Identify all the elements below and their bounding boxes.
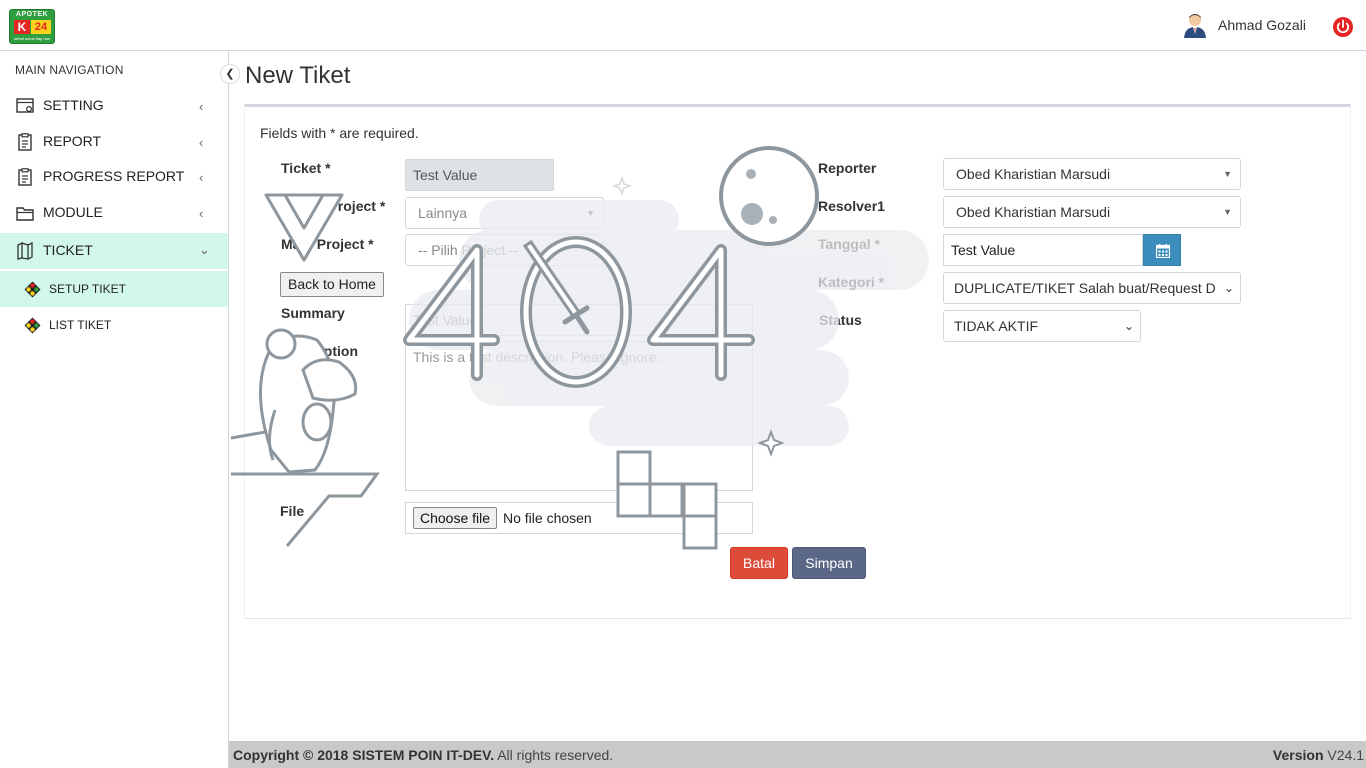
main-project-select[interactable]: -- Pilih Project --: [405, 234, 604, 266]
ticket-input[interactable]: Test Value: [405, 159, 554, 191]
caret-down-icon: ▼: [1223, 169, 1232, 179]
sidebar-item-label: PROGRESS REPORT: [43, 168, 185, 184]
company-name: SISTEM POIN IT-DEV.: [352, 747, 495, 763]
caret-down-icon: ▼: [586, 208, 595, 218]
logo-k: K: [14, 20, 30, 34]
status-label: Status: [819, 312, 862, 328]
sidebar-item-module[interactable]: MODULE ‹: [0, 196, 228, 230]
chevron-left-icon: ‹: [199, 99, 204, 114]
tanggal-input[interactable]: Test Value: [943, 234, 1143, 266]
clipboard-icon: [18, 133, 32, 151]
power-icon[interactable]: [1332, 16, 1354, 38]
version-value: V24.1: [1327, 747, 1364, 763]
chevron-down-icon: ⌄: [199, 242, 210, 257]
version-label: Version: [1272, 747, 1324, 763]
tanggal-label: Tanggal *: [818, 236, 880, 252]
reporter-value: Obed Kharistian Marsudi: [956, 166, 1111, 182]
user-avatar-icon[interactable]: [1183, 12, 1207, 38]
sidebar-item-label: SETTING: [43, 97, 104, 113]
sidebar-item-report[interactable]: REPORT ‹: [0, 125, 228, 159]
sidebar-item-ticket[interactable]: TICKET ⌄: [0, 233, 228, 269]
ticket-label: Ticket *: [281, 160, 331, 176]
parent-project-select[interactable]: Lainnya ▼: [405, 197, 604, 229]
apotek-k24-logo[interactable]: APOTEK K 24 sehat sehat tiap hari: [9, 9, 55, 44]
resolver-select[interactable]: Obed Kharistian Marsudi ▼: [943, 196, 1241, 228]
sidebar-item-setting[interactable]: SETTING ‹: [0, 89, 228, 123]
kategori-label: Kategori *: [818, 274, 885, 290]
footer: Copyright © 2018 SISTEM POIN IT-DEV. All…: [229, 741, 1366, 768]
parent-project-value: Lainnya: [418, 205, 468, 221]
reporter-select[interactable]: Obed Kharistian Marsudi ▼: [943, 158, 1241, 190]
logo-number: 24: [31, 20, 51, 34]
logo-top-text: APOTEK: [15, 11, 49, 18]
kategori-select[interactable]: DUPLICATE/TIKET Salah buat/Request D ⌄: [943, 272, 1241, 304]
sidebar-subitem-setup-tiket[interactable]: SETUP TIKET: [0, 271, 228, 307]
main-project-value: -- Pilih Project --: [418, 242, 519, 258]
footer-version: Version V24.1: [1273, 747, 1364, 763]
summary-label: Summary: [281, 305, 345, 321]
calendar-icon: [1156, 244, 1170, 258]
copyright-prefix: Copyright © 2018: [233, 747, 349, 763]
page-title: New Tiket: [245, 62, 351, 89]
calendar-button[interactable]: [1143, 234, 1181, 266]
save-button[interactable]: Simpan: [792, 547, 866, 579]
summary-input[interactable]: Test Value: [405, 304, 753, 336]
cancel-button[interactable]: Batal: [730, 547, 788, 579]
top-bar: APOTEK K 24 sehat sehat tiap hari Ahmad …: [0, 0, 1366, 51]
resolver-value: Obed Kharistian Marsudi: [956, 204, 1111, 220]
clipboard-icon: [18, 168, 32, 186]
chevron-left-icon: ‹: [199, 170, 204, 185]
rights-text: All rights reserved.: [497, 747, 614, 763]
sidebar-item-label: REPORT: [43, 133, 102, 149]
main-project-label: Main Project *: [281, 236, 374, 252]
caret-down-icon: ▼: [1223, 207, 1232, 217]
resolver-label: Resolver1: [818, 198, 885, 214]
file-status: No file chosen: [503, 510, 592, 526]
sidebar-item-progress-report[interactable]: PROGRESS REPORT ‹: [0, 160, 228, 194]
chevron-down-icon: ⌄: [1123, 319, 1134, 333]
color-diamond-icon: [24, 281, 41, 298]
footer-copyright: Copyright © 2018 SISTEM POIN IT-DEV. All…: [233, 747, 613, 763]
description-textarea[interactable]: This is a test description. Please ignor…: [405, 341, 753, 491]
parent-project-label: Parent Project *: [281, 198, 386, 214]
file-label: File: [280, 503, 305, 519]
chevron-down-icon: ⌄: [1223, 281, 1234, 295]
sidebar-item-label: MODULE: [43, 204, 103, 220]
description-label: Description: [281, 343, 359, 359]
user-name[interactable]: Ahmad Gozali: [1218, 17, 1306, 33]
status-select[interactable]: TIDAK AKTIF ⌄: [943, 310, 1141, 342]
logo-tagline: sehat sehat tiap hari: [13, 36, 51, 41]
map-icon: [17, 242, 33, 260]
sidebar-item-label: TICKET: [43, 242, 93, 258]
sidebar-subitem-label: LIST TIKET: [49, 318, 112, 332]
sidebar-subitem-list-tiket[interactable]: LIST TIKET: [0, 307, 228, 343]
sidebar-collapse-button[interactable]: ❮: [220, 64, 240, 84]
status-value: TIDAK AKTIF: [954, 318, 1039, 334]
color-diamond-icon: [24, 317, 41, 334]
kategori-value: DUPLICATE/TIKET Salah buat/Request D: [954, 280, 1216, 296]
choose-file-button[interactable]: Choose file: [413, 507, 498, 529]
folder-icon: [16, 207, 34, 221]
chevron-left-icon: ‹: [199, 206, 204, 221]
file-input: Choose file No file chosen: [405, 502, 753, 534]
sidebar-subitem-label: SETUP TIKET: [49, 282, 126, 296]
settings-window-icon: [16, 98, 34, 113]
sidebar-header: MAIN NAVIGATION: [15, 63, 124, 77]
sidebar: MAIN NAVIGATION SETTING ‹ REPORT ‹ PROGR…: [0, 51, 229, 768]
chevron-left-icon: ‹: [199, 135, 204, 150]
required-note: Fields with * are required.: [260, 125, 419, 141]
back-to-home-button[interactable]: Back to Home: [280, 272, 384, 297]
reporter-label: Reporter: [818, 160, 877, 176]
